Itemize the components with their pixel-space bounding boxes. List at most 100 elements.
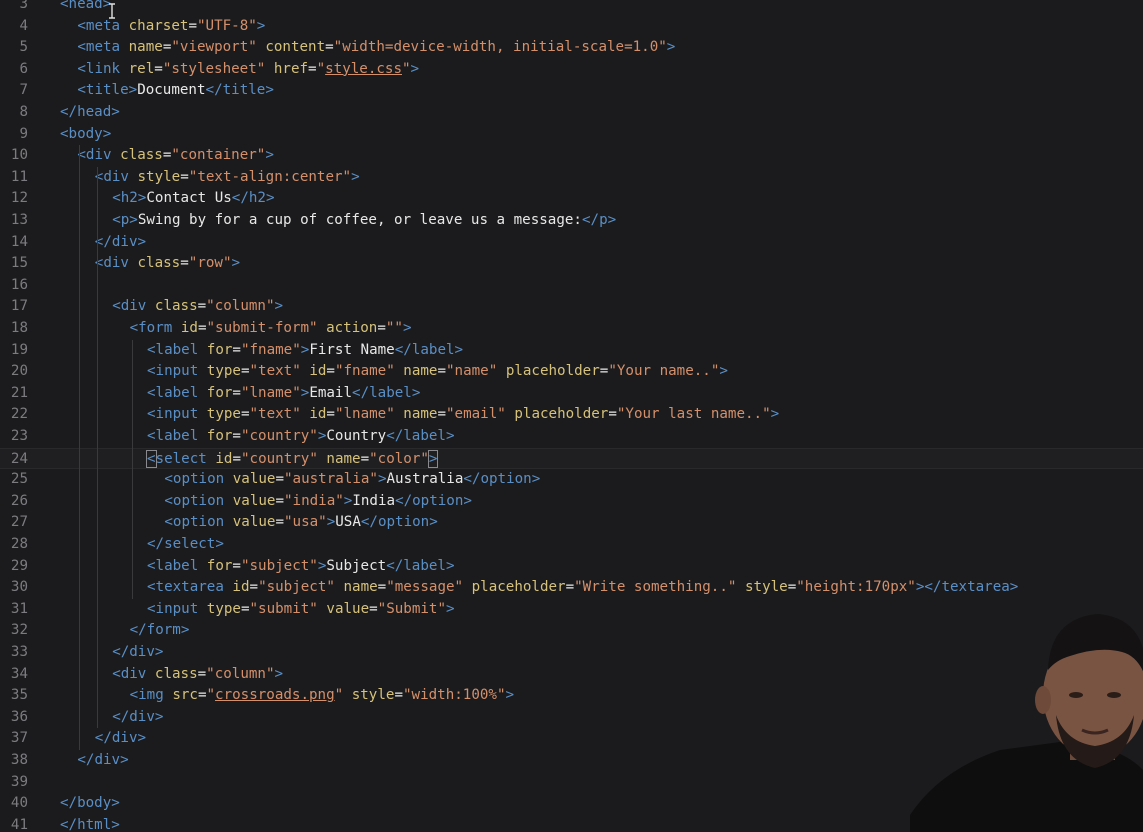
- code-token: </label>: [386, 428, 455, 444]
- code-line[interactable]: 19 <label for="fname">First Name</label>: [0, 340, 1143, 362]
- line-number: 41: [10, 816, 28, 832]
- code-token: <div: [94, 255, 138, 272]
- code-line[interactable]: 26 <option value="india">India</option>: [0, 491, 1143, 513]
- code-token: =: [608, 406, 617, 423]
- code-token: </label>: [386, 557, 455, 574]
- code-token: Document: [137, 82, 206, 99]
- code-line[interactable]: 9 <body>: [0, 124, 1143, 146]
- code-token: </div>: [94, 730, 147, 747]
- code-token: >: [326, 514, 336, 531]
- code-token: "country": [240, 428, 318, 444]
- code-line[interactable]: 18 <form id="submit-form" action="">: [0, 318, 1143, 340]
- code-line[interactable]: 20 <input type="text" id="fname" name="na…: [0, 361, 1143, 383]
- code-line[interactable]: 12 <h2>Contact Us</h2>: [0, 188, 1143, 210]
- line-number: 13: [10, 212, 28, 228]
- code-token: "india": [284, 492, 344, 509]
- code-line[interactable]: 16: [0, 275, 1143, 297]
- code-token: "usa": [284, 514, 327, 531]
- code-editor[interactable]: 3 <head> 4 <meta charset="UTF-8"> 5 <meta nam…: [0, 0, 1143, 832]
- line-number: 8: [19, 104, 28, 120]
- code-token: type: [206, 406, 241, 423]
- code-token: class: [120, 147, 163, 164]
- code-token: id: [232, 579, 250, 596]
- code-line[interactable]: 10 <div class="container">: [0, 145, 1143, 167]
- code-line[interactable]: 25 <option value="australia">Australia</o…: [0, 469, 1143, 491]
- code-token: =: [275, 471, 284, 488]
- line-code: <div class="column">: [112, 296, 283, 318]
- line-code: <div class="row">: [95, 253, 240, 275]
- line-number: 19: [10, 341, 28, 358]
- line-number: 5: [19, 39, 28, 56]
- code-token: "viewport": [171, 39, 257, 56]
- code-token: "name": [446, 363, 498, 380]
- code-token: >: [410, 60, 420, 77]
- code-token: =: [275, 492, 284, 509]
- code-token: "container": [171, 147, 266, 164]
- code-token: <label: [147, 384, 207, 401]
- code-line[interactable]: 27 <option value="usa">USA</option>: [0, 512, 1143, 534]
- code-line[interactable]: 17 <div class="column">: [0, 296, 1143, 318]
- line-code: <label for="lname">Email</label>: [147, 383, 420, 405]
- code-token: =: [232, 384, 241, 401]
- code-line[interactable]: 15 <div class="row">: [0, 253, 1143, 275]
- code-line[interactable]: 3 <head>: [0, 0, 1143, 16]
- code-token: =: [188, 17, 197, 34]
- code-line[interactable]: 21 <label for="lname">Email</label>: [0, 383, 1143, 405]
- code-line[interactable]: 11 <div style="text-align:center">: [0, 167, 1143, 189]
- code-line[interactable]: 4 <meta charset="UTF-8">: [0, 16, 1143, 38]
- code-token: "color": [369, 450, 429, 467]
- line-code: </select>: [147, 534, 224, 556]
- code-line[interactable]: 13 <p>Swing by for a cup of coffee, or le…: [0, 210, 1143, 232]
- code-token: ></textarea>: [915, 579, 1019, 596]
- code-token: select: [155, 450, 216, 467]
- line-number: 15: [10, 255, 28, 272]
- code-token: >: [770, 406, 780, 423]
- code-line[interactable]: 22 <input type="text" id="lname" name="em…: [0, 404, 1143, 426]
- text-cursor-icon: [109, 3, 115, 19]
- line-number: 21: [10, 384, 28, 401]
- code-token: "message": [386, 579, 464, 596]
- code-token: =: [394, 687, 403, 704]
- code-line[interactable]: 23 <label for="country">Country</label>: [0, 426, 1143, 448]
- code-token: <label: [147, 557, 207, 574]
- code-token: value: [232, 514, 276, 531]
- code-token: <input: [147, 363, 207, 380]
- code-token: </label>: [394, 341, 464, 358]
- code-token: for: [206, 341, 233, 358]
- line-code: <option value="india">India</option>: [164, 491, 472, 513]
- code-token: "height:170px": [796, 579, 916, 596]
- code-line[interactable]: 7 <title>Document</title>: [0, 80, 1143, 102]
- code-token: class: [137, 255, 181, 272]
- code-token: </html>: [60, 816, 120, 832]
- line-number: 25: [10, 471, 28, 488]
- code-token: <title>: [77, 82, 138, 99]
- code-token: "Submit": [377, 600, 447, 617]
- line-number: 6: [19, 60, 28, 77]
- code-line[interactable]: 5 <meta name="viewport" content="width=de…: [0, 37, 1143, 59]
- code-line[interactable]: 6 <link rel="stylesheet" href="style.css"…: [0, 59, 1143, 81]
- line-code: <select id="country" name="color">: [146, 449, 439, 471]
- line-code: <input type="text" id="fname" name="name…: [147, 361, 728, 383]
- line-number: 7: [19, 82, 28, 99]
- code-line[interactable]: 14 </div>: [0, 232, 1143, 254]
- line-code: </head>: [60, 102, 120, 124]
- code-line[interactable]: 30 <textarea id="subject" name="message" …: [0, 577, 1143, 599]
- code-token: <option: [164, 514, 233, 531]
- code-token: "Your name..": [608, 363, 720, 380]
- code-line[interactable]: 24 <select id="country" name="color">: [0, 447, 1143, 471]
- code-token: =: [325, 39, 334, 56]
- line-code: </div>: [112, 707, 163, 729]
- code-line[interactable]: 29 <label for="subject">Subject</label>: [0, 556, 1143, 578]
- line-code: </div>: [95, 232, 146, 254]
- code-line[interactable]: 28 </select>: [0, 534, 1143, 556]
- code-token: </title>: [205, 82, 274, 99]
- code-token: =: [369, 600, 378, 617]
- code-line[interactable]: 8 </head>: [0, 102, 1143, 124]
- code-token: "country": [240, 450, 318, 467]
- line-code: </div>: [77, 750, 128, 772]
- code-token: "lname": [240, 384, 301, 401]
